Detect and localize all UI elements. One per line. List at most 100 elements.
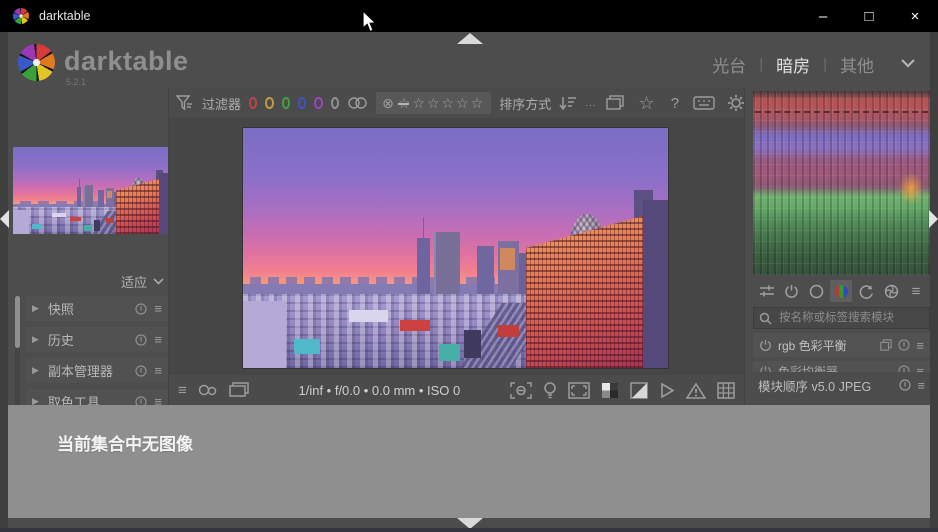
presets-menu-icon[interactable]: ≡ — [916, 338, 924, 353]
overlays-menu-icon[interactable]: ≡ — [178, 382, 187, 399]
help-button[interactable]: ? — [671, 95, 679, 112]
bottom-panel-strip — [8, 518, 930, 528]
filmstrip-panel: 当前集合中无图像 — [8, 405, 930, 518]
minimize-button[interactable]: – — [800, 0, 846, 32]
reset-info-icon[interactable] — [899, 379, 911, 391]
top-toolbar: 过滤器 ⊗ ☆ ☆ ☆ ☆ ☆ ☆ 排序方式 ... ☆ — [168, 88, 745, 118]
app-icon — [13, 8, 29, 24]
right-panel-collapse-icon[interactable] — [929, 210, 938, 228]
filter-funnel-icon[interactable] — [176, 95, 194, 111]
window-title: darktable — [39, 9, 90, 23]
presets-menu-icon[interactable]: ≡ — [154, 332, 162, 347]
zoom-mode-value: 适应 — [121, 272, 147, 291]
module-order-bar[interactable]: 模块顺序 v5.0 JPEG ≡ — [753, 372, 930, 398]
scope-clip-line — [755, 111, 928, 113]
tab-separator: | — [823, 56, 827, 73]
shortcuts-keyboard-icon[interactable] — [693, 96, 715, 110]
group-effects-icon[interactable] — [880, 280, 902, 302]
star-icon[interactable]: ☆ — [471, 95, 486, 112]
module-duplicate-manager[interactable]: ▶ 副本管理器 ≡ — [26, 358, 168, 383]
reset-info-icon[interactable] — [135, 365, 147, 377]
multi-instance-icon[interactable] — [880, 339, 892, 351]
preferences-gear-icon[interactable] — [727, 94, 745, 112]
darkroom-canvas[interactable] — [168, 118, 745, 375]
window-bottom-edge — [0, 528, 938, 532]
navigation-thumbnail[interactable] — [13, 147, 168, 234]
group-active-modules-icon[interactable] — [756, 280, 778, 302]
module-color-balance-rgb[interactable]: rgb 色彩平衡 ≡ — [753, 333, 930, 357]
close-button[interactable]: × — [892, 0, 938, 32]
color-label-yellow[interactable] — [265, 97, 273, 109]
group-grading-circle-icon[interactable] — [806, 280, 828, 302]
module-power-icon[interactable] — [759, 339, 772, 352]
tab-darkroom[interactable]: 暗房 — [776, 52, 810, 77]
star-rating-filter: ☆ ☆ ☆ ☆ ☆ ☆ — [398, 95, 485, 112]
reset-info-icon[interactable] — [135, 334, 147, 346]
star-icon[interactable]: ☆ — [412, 95, 427, 112]
module-group-tabs: ≡ — [753, 279, 930, 303]
tab-other[interactable]: 其他 — [840, 52, 874, 77]
module-search-input[interactable] — [777, 311, 924, 325]
favorite-star-icon[interactable]: ☆ — [639, 93, 655, 114]
rating-filter: ⊗ ☆ ☆ ☆ ☆ ☆ ☆ — [376, 92, 491, 114]
app-version: 5.2.1 — [66, 77, 86, 87]
raw-overexposure-icon[interactable] — [601, 382, 619, 399]
guides-grid-icon[interactable] — [717, 382, 735, 399]
star-icon[interactable]: ☆ — [442, 95, 457, 112]
color-label-green[interactable] — [282, 97, 290, 109]
star-icon[interactable]: ☆ — [456, 95, 471, 112]
softproof-play-icon[interactable] — [659, 382, 675, 399]
module-snapshots[interactable]: ▶ 快照 ≡ — [26, 296, 168, 321]
color-label-purple[interactable] — [314, 97, 322, 109]
darktable-logo-icon — [18, 44, 55, 81]
edited-photo[interactable] — [243, 128, 668, 368]
module-search — [753, 307, 930, 329]
expander-icon[interactable]: ▶ — [32, 334, 39, 345]
module-order-label: 模块顺序 v5.0 JPEG — [758, 376, 893, 395]
clipping-warning-icon[interactable] — [630, 382, 648, 399]
more-options[interactable]: ... — [585, 98, 596, 109]
tab-separator: | — [759, 56, 763, 73]
left-edge-panel-handle[interactable] — [0, 32, 8, 532]
app-name: darktable — [64, 46, 189, 77]
module-history[interactable]: ▶ 历史 ≡ — [26, 327, 168, 352]
tab-lighttable[interactable]: 光台 — [712, 52, 746, 77]
filter-label: 过滤器 — [202, 94, 241, 113]
star-icon[interactable]: ☆ — [427, 95, 442, 112]
reject-icon[interactable]: ⊗ — [382, 95, 394, 112]
iso12646-bulb-icon[interactable] — [543, 381, 557, 399]
presets-menu-icon[interactable]: ≡ — [154, 363, 162, 378]
second-window-icon[interactable] — [229, 382, 249, 398]
maximize-button[interactable]: □ — [846, 0, 892, 32]
presets-menu-icon[interactable]: ≡ — [154, 301, 162, 316]
group-presets-menu-icon[interactable]: ≡ — [905, 280, 927, 302]
cityscape-photo — [243, 128, 668, 368]
group-color-rgb-icon[interactable] — [830, 280, 852, 302]
waveform-scope[interactable] — [753, 91, 930, 275]
color-label-gray[interactable] — [331, 97, 339, 109]
color-label-toggle-icon[interactable] — [347, 96, 368, 110]
focus-peaking-icon[interactable] — [510, 382, 532, 399]
fit-zoom-icon[interactable] — [568, 382, 590, 399]
star-zero-icon[interactable]: ☆ — [398, 95, 413, 112]
right-edge-panel-handle[interactable] — [930, 32, 938, 532]
color-label-blue[interactable] — [298, 97, 306, 109]
reset-info-icon[interactable] — [135, 303, 147, 315]
culling-stack-icon[interactable] — [605, 95, 625, 111]
views-chevron-down-icon[interactable] — [900, 58, 916, 68]
left-panel-collapse-icon[interactable] — [0, 210, 9, 228]
search-icon — [759, 312, 772, 325]
top-panel-collapse-icon[interactable] — [457, 33, 483, 44]
expander-icon[interactable]: ▶ — [32, 365, 39, 376]
group-technical-power-icon[interactable] — [781, 280, 803, 302]
group-correct-icon[interactable] — [855, 280, 877, 302]
reset-info-icon[interactable] — [898, 339, 910, 351]
sort-order-icon[interactable] — [559, 95, 577, 111]
color-assessment-icon[interactable] — [198, 382, 218, 398]
zoom-mode-select[interactable]: 适应 — [8, 270, 164, 292]
presets-menu-icon[interactable]: ≡ — [917, 378, 925, 393]
darktable-window: darktable – □ × darktable 5.2.1 光台 | 暗房 … — [0, 0, 938, 532]
color-label-red[interactable] — [249, 97, 257, 109]
gamut-warning-icon[interactable] — [686, 382, 706, 399]
expander-icon[interactable]: ▶ — [32, 303, 39, 314]
